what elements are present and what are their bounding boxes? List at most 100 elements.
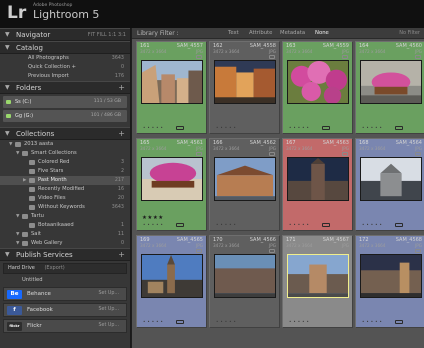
add-folder-icon[interactable]: + <box>118 82 125 94</box>
collection-item[interactable]: ▼ Tartu <box>0 212 130 221</box>
star-rating[interactable]: ★★★★ <box>142 215 164 221</box>
facebook-logo-icon: f <box>7 306 22 315</box>
publish-services-header[interactable]: ▼ Publish Services + <box>0 248 130 261</box>
collection-item[interactable]: ▼ Web Gallery 0 <box>0 239 130 248</box>
photo-thumbnail[interactable] <box>287 60 349 104</box>
catalog-item[interactable]: All Photographs 3643 <box>0 54 130 63</box>
add-collection-icon[interactable]: + <box>118 128 125 140</box>
color-label-chip[interactable] <box>176 320 184 324</box>
rating-dots[interactable]: ••••• <box>289 319 311 324</box>
collection-item[interactable]: Video Files 20 <box>0 194 130 203</box>
color-label-chip[interactable] <box>176 223 184 227</box>
setup-link[interactable]: Set Up... <box>98 304 119 316</box>
collections-header[interactable]: ▼ Collections + <box>0 127 130 140</box>
collection-item[interactable]: ▼ Sait 11 <box>0 230 130 239</box>
color-label-chip[interactable] <box>395 223 403 227</box>
rating-dots[interactable]: ••••• <box>143 319 165 324</box>
rating-dots[interactable]: ••••• <box>289 222 311 227</box>
photo-cell[interactable]: 162 SAM_4558 3472 x 3664 JPG ••••• <box>209 41 280 134</box>
collection-count: 11 <box>117 232 124 237</box>
publish-service-facebook[interactable]: f Facebook Set Up... <box>3 303 127 317</box>
disclosure-triangle-icon[interactable]: ▼ <box>16 239 19 248</box>
folders-header[interactable]: ▼ Folders + <box>0 81 130 94</box>
photo-thumbnail[interactable] <box>141 254 203 298</box>
color-label-chip[interactable] <box>322 223 330 227</box>
disclosure-triangle-icon[interactable]: ▼ <box>16 149 19 158</box>
collection-item[interactable]: Recently Modified 16 <box>0 185 130 194</box>
collection-item[interactable]: ▶ Past Month 217 <box>0 176 130 185</box>
filter-tab-none[interactable]: None <box>315 28 329 39</box>
rating-dots[interactable]: ••••• <box>216 319 238 324</box>
rating-dots[interactable]: ••••• <box>362 222 384 227</box>
photo-cell[interactable]: 164 SAM_4560 3472 x 3664 JPG ••••• <box>355 41 424 134</box>
photo-thumbnail[interactable] <box>214 254 276 298</box>
photo-dimensions: 3472 x 3664 <box>286 49 313 54</box>
photo-thumbnail[interactable] <box>287 254 349 298</box>
photo-thumbnail[interactable] <box>360 60 422 104</box>
photo-cell[interactable]: 161 SAM_4557 3472 x 3664 JPG ••••• <box>136 41 207 134</box>
disclosure-triangle-icon[interactable]: ▼ <box>16 212 19 221</box>
photo-thumbnail[interactable] <box>287 157 349 201</box>
color-label-chip[interactable] <box>395 126 403 130</box>
photo-thumbnail[interactable] <box>214 157 276 201</box>
collection-item[interactable]: ▼ Smart Collections <box>0 149 130 158</box>
disclosure-triangle-icon[interactable]: ▶ <box>23 176 26 185</box>
setup-link[interactable]: Set Up... <box>98 320 119 332</box>
navigator-header[interactable]: ▼ Navigator FIT FILL 1:1 3:1 <box>0 28 130 41</box>
untitled-publish-item[interactable]: Untitled <box>0 276 130 285</box>
metadata-badge-icon <box>196 152 202 156</box>
collection-item[interactable]: Botaanikaaed 1 <box>0 221 130 230</box>
publish-service-flickr[interactable]: flickr Flickr Set Up... <box>3 319 127 333</box>
photo-cell[interactable]: 163 SAM_4559 3472 x 3664 JPG ••••• <box>282 41 353 134</box>
catalog-header[interactable]: ▼ Catalog <box>0 41 130 54</box>
filter-tab-text[interactable]: Text <box>228 28 239 39</box>
collection-item[interactable]: Five Stars 2 <box>0 167 130 176</box>
color-label-chip[interactable] <box>322 126 330 130</box>
color-label-chip[interactable] <box>395 320 403 324</box>
hard-drive-service[interactable]: Hard Drive (Export) <box>3 263 127 274</box>
catalog-item[interactable]: Previous Import 176 <box>0 72 130 81</box>
filter-preset[interactable]: No Filter <box>399 28 420 39</box>
rating-dots[interactable]: ••••• <box>143 125 165 130</box>
photo-cell[interactable]: 169 SAM_4565 3472 x 3664 JPG ••••• <box>136 235 207 328</box>
setup-link[interactable]: Set Up... <box>98 288 119 300</box>
rating-dots[interactable]: ••••• <box>362 319 384 324</box>
collection-item[interactable]: Without Keywords 3643 <box>0 203 130 212</box>
photo-thumbnail[interactable] <box>360 157 422 201</box>
collection-item[interactable]: Colored Red 3 <box>0 158 130 167</box>
collection-set-icon <box>15 142 21 147</box>
publish-service-behance[interactable]: Be Behance Set Up... <box>3 287 127 301</box>
collection-count: 2 <box>120 169 124 174</box>
photo-thumbnail[interactable] <box>214 60 276 104</box>
rating-dots[interactable]: ••••• <box>143 222 165 227</box>
rating-dots[interactable]: ••••• <box>216 125 238 130</box>
photo-cell[interactable]: 167 SAM_4563 3472 x 3664 JPG ••••• <box>282 138 353 231</box>
photo-thumbnail[interactable] <box>360 254 422 298</box>
photo-cell[interactable]: 166 SAM_4562 3472 x 3664 JPG ••••• <box>209 138 280 231</box>
disclosure-triangle-icon[interactable]: ▼ <box>9 140 12 149</box>
catalog-item[interactable]: Quick Collection + 0 <box>0 63 130 72</box>
color-label-chip[interactable] <box>176 126 184 130</box>
collection-label: Video Files <box>38 195 66 201</box>
photo-cell[interactable]: 172 SAM_4568 3472 x 3664 JPG ••••• <box>355 235 424 328</box>
zoom-options[interactable]: FIT FILL 1:1 3:1 <box>88 29 126 41</box>
rating-dots[interactable]: ••••• <box>289 125 311 130</box>
photo-cell[interactable]: 170 SAM_4566 3472 x 3664 JPG ••••• <box>209 235 280 328</box>
photo-filetype: JPG <box>195 49 203 54</box>
metadata-badge-icon <box>415 55 421 59</box>
drive-item[interactable]: Gg (G:) 101 / 486 GB <box>3 110 127 122</box>
collection-label: 2013 aasta <box>24 141 54 147</box>
photo-thumbnail[interactable] <box>141 157 203 201</box>
filter-tab-metadata[interactable]: Metadata <box>280 28 305 39</box>
disclosure-triangle-icon[interactable]: ▼ <box>16 230 19 239</box>
photo-cell[interactable]: 165 SAM_4561 3472 x 3664 JPG ★★★★ ••••• <box>136 138 207 231</box>
filter-tab-attribute[interactable]: Attribute <box>249 28 272 39</box>
drive-item[interactable]: Ss (C:) 111 / 53 GB <box>3 96 127 108</box>
rating-dots[interactable]: ••••• <box>216 222 238 227</box>
add-service-icon[interactable]: + <box>118 249 125 261</box>
photo-cell[interactable]: 168 SAM_4564 3472 x 3664 JPG ••••• <box>355 138 424 231</box>
photo-cell[interactable]: 171 SAM_4567 3472 x 3664 JPG ••••• <box>282 235 353 328</box>
collection-item[interactable]: ▼ 2013 aasta <box>0 140 130 149</box>
photo-thumbnail[interactable] <box>141 60 203 104</box>
rating-dots[interactable]: ••••• <box>362 125 384 130</box>
